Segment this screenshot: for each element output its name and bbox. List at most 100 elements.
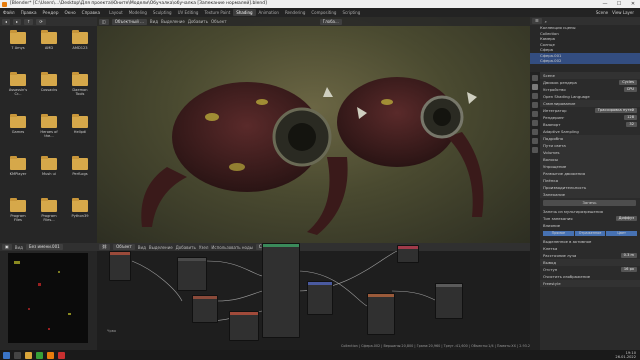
file-browser-folder[interactable]: Hellpdi	[68, 114, 92, 134]
material-tab-icon[interactable]	[532, 147, 538, 153]
file-browser-folder[interactable]: Assassin's Cr...	[6, 72, 30, 96]
node-menu-view[interactable]: Вид	[138, 245, 146, 250]
node-color-ramp[interactable]	[229, 311, 259, 341]
tab-modeling[interactable]: Modeling	[126, 9, 150, 16]
refresh-button[interactable]: ⟳	[36, 18, 46, 25]
bake-option-row[interactable]: Тип запекания Диффуз	[530, 215, 640, 222]
influence-color[interactable]: Цвет	[606, 231, 638, 236]
properties-row[interactable]: Open Shading Language	[530, 93, 640, 100]
start-menu-icon[interactable]	[3, 351, 10, 359]
properties-row[interactable]: Вьюпорт 32	[530, 121, 640, 128]
node-principled-bsdf[interactable]	[262, 243, 300, 338]
freestyle-section[interactable]: Freestyle	[530, 280, 640, 287]
properties-section[interactable]: Сэмплирование	[530, 100, 640, 107]
file-browser-folder[interactable]: Heroes of the...	[37, 114, 61, 138]
close-button[interactable]: ✕	[626, 0, 640, 8]
properties-section[interactable]: Плёнка	[530, 177, 640, 184]
properties-value[interactable]: 32	[626, 122, 637, 127]
file-browser-folder[interactable]: PerfLogs	[68, 156, 92, 176]
clear-image-checkbox[interactable]: Очистить изображение	[530, 273, 640, 280]
tab-uv-editing[interactable]: UV Editing	[175, 9, 202, 16]
properties-row[interactable]: Рендеринг 128	[530, 114, 640, 121]
output-section[interactable]: Вывод	[530, 259, 640, 266]
search-icon[interactable]	[14, 351, 21, 359]
menu-edit[interactable]: Правка	[21, 10, 37, 15]
node-mix-shader[interactable]	[367, 293, 395, 335]
file-browser-folder[interactable]: 7 Amys	[6, 30, 30, 50]
tab-texture-paint[interactable]: Texture Paint	[201, 9, 233, 16]
menu-help[interactable]: Справка	[82, 10, 100, 15]
node-image-bake-target[interactable]	[435, 283, 463, 319]
tab-shading[interactable]: Shading	[233, 9, 256, 16]
menu-window[interactable]: Окно	[65, 10, 76, 15]
properties-row[interactable]: Adaptive Sampling	[530, 128, 640, 135]
extrusion-field[interactable]: 0.3 m	[620, 253, 637, 258]
file-browser-folder[interactable]: Cossacks	[37, 72, 61, 92]
shader-type-selector[interactable]: Объект	[113, 244, 135, 250]
properties-section[interactable]: Размытие движения	[530, 170, 640, 177]
tab-rendering[interactable]: Rendering	[282, 9, 308, 16]
object-tab-icon[interactable]	[532, 129, 538, 135]
file-browser-folder[interactable]: Daemon Tools	[68, 72, 92, 96]
scene-tab-icon[interactable]	[532, 111, 538, 117]
properties-section[interactable]: Производительность	[530, 184, 640, 191]
output-tab-icon[interactable]	[532, 93, 538, 99]
influence-direct[interactable]: Прямое	[543, 231, 574, 236]
image-editor[interactable]: ▣ Вид Без имени.001	[0, 243, 97, 350]
app-green-icon[interactable]	[36, 351, 43, 359]
modifier-tab-icon[interactable]	[532, 138, 538, 144]
node-menu-node[interactable]: Узел	[199, 245, 209, 250]
file-browser-folder[interactable]: AMD123	[68, 30, 92, 50]
node-mapping[interactable]	[177, 257, 207, 291]
properties-section[interactable]: Подробно	[530, 135, 640, 142]
tab-sculpting[interactable]: Sculpting	[150, 9, 175, 16]
bake-option-row[interactable]: Запечь из мультиразрешения	[530, 208, 640, 215]
bake-button[interactable]: Запечь	[543, 200, 636, 206]
tab-animation[interactable]: Animation	[256, 9, 282, 16]
margin-field[interactable]: 16 px	[620, 267, 637, 272]
properties-value[interactable]: 128	[624, 115, 637, 120]
render-tab-icon[interactable]	[532, 84, 538, 90]
properties-section[interactable]: Упрощение	[530, 163, 640, 170]
menu-file[interactable]: Файл	[3, 10, 15, 15]
properties-row[interactable]: Движок рендера Cycles	[530, 79, 640, 86]
file-browser-folder[interactable]: Mush ui	[37, 156, 61, 176]
tab-compositing[interactable]: Compositing	[308, 9, 339, 16]
properties-section[interactable]: Volumes	[530, 149, 640, 156]
app-red-icon[interactable]	[58, 351, 65, 359]
file-browser-folder[interactable]: AMD	[37, 30, 61, 50]
node-menu-select[interactable]: Выделение	[149, 245, 173, 250]
tool-tab-icon[interactable]	[532, 75, 538, 81]
tab-layout[interactable]: Layout	[106, 9, 126, 16]
properties-value[interactable]: CPU	[623, 87, 637, 92]
properties-row[interactable]: Устройство CPU	[530, 86, 640, 93]
image-menu-view[interactable]: Вид	[15, 245, 23, 250]
properties-section[interactable]: Пути света	[530, 142, 640, 149]
node-menu-add[interactable]: Добавить	[176, 245, 196, 250]
tab-scripting[interactable]: Scripting	[339, 9, 363, 16]
maximize-button[interactable]: ☐	[612, 0, 626, 8]
explorer-icon[interactable]	[25, 351, 32, 359]
image-name-field[interactable]: Без имени.001	[25, 244, 63, 250]
node-editor[interactable]: ⛓ Объект Вид Выделение Добавить Узел Исп…	[97, 243, 530, 350]
blender-taskbar-icon[interactable]	[47, 351, 54, 359]
outliner-editor-icon[interactable]: ☰	[532, 18, 542, 24]
node-texture-coordinate[interactable]	[109, 251, 131, 281]
world-tab-icon[interactable]	[532, 120, 538, 126]
node-editor-type-icon[interactable]: ⛓	[99, 244, 111, 250]
file-browser-folder[interactable]: KMPlayer	[6, 156, 30, 176]
properties-value[interactable]: Cycles	[619, 80, 637, 85]
outliner-filter-icon[interactable]: ⌕	[545, 19, 547, 24]
minimize-button[interactable]: —	[598, 0, 612, 8]
back-button[interactable]: ◂	[2, 18, 11, 25]
selected-to-active-checkbox[interactable]: Выделенное в активное	[530, 238, 640, 245]
bake-option-value[interactable]: Диффуз	[615, 216, 637, 221]
scene-selector[interactable]: Scene	[596, 10, 608, 15]
bake-option-row[interactable]: Влияние	[530, 222, 640, 229]
influence-indirect[interactable]: Отраженное	[574, 231, 606, 236]
file-browser-folder[interactable]: Program Files	[6, 198, 30, 222]
use-nodes-checkbox[interactable]: Использовать ноды	[211, 245, 253, 250]
properties-section[interactable]: Запекание	[530, 191, 640, 198]
node-material-output[interactable]	[397, 245, 419, 263]
node-bump[interactable]	[307, 281, 333, 315]
